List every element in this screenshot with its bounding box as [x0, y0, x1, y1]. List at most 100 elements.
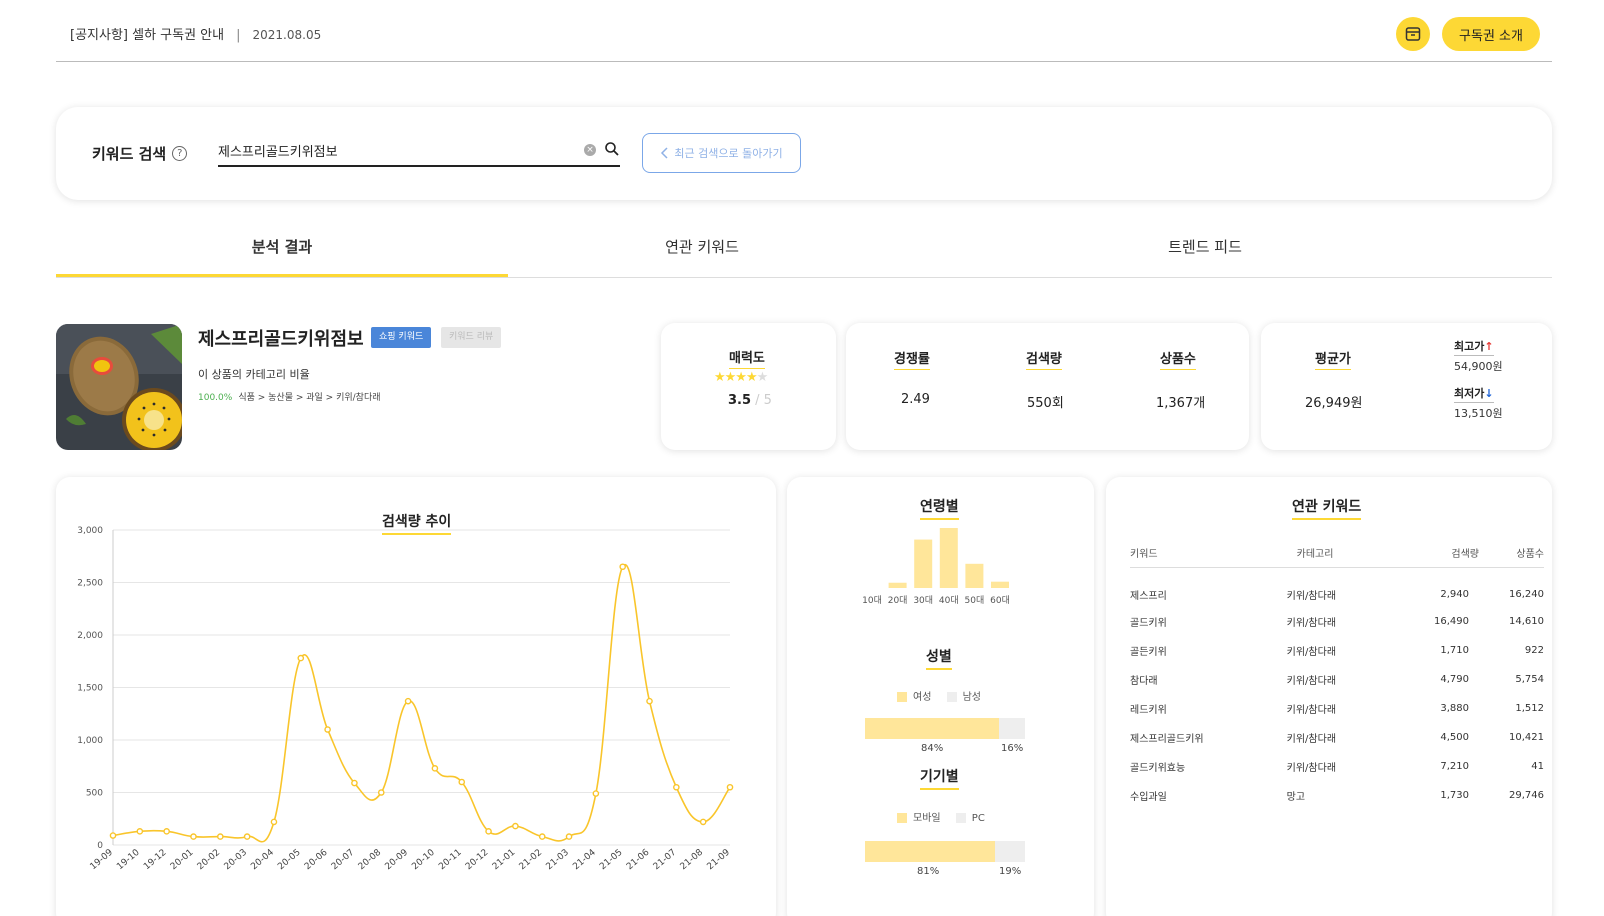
x-tick-label: 20-11: [437, 848, 463, 872]
y-tick-label: 1,000: [77, 736, 103, 746]
gender-legend: 여성 남성: [897, 688, 981, 703]
male-pct: 16%: [1001, 743, 1024, 754]
keyword-cell[interactable]: 제스프리골드키위: [1130, 723, 1267, 752]
category-cell: 망고: [1286, 792, 1306, 803]
keyword-cell[interactable]: 골드키위: [1130, 607, 1267, 636]
table-row[interactable]: 제스프리 키위/참다래 2,940 16,240: [1130, 567, 1544, 607]
male-legend: 남성: [962, 692, 981, 703]
y-tick-label: 2,500: [77, 579, 103, 589]
product-count-cell: 41: [1531, 761, 1544, 772]
table-row[interactable]: 골드키위효능 키위/참다래 7,210 41: [1130, 752, 1544, 781]
data-point: [377, 789, 385, 796]
data-point: [646, 697, 653, 705]
table-row[interactable]: 수입과일 망고 1,730 29,746: [1130, 781, 1544, 810]
age-bar: [914, 539, 933, 588]
category-cell: 키위/참다래: [1286, 763, 1337, 774]
data-point: [673, 783, 680, 791]
col-category: 카테고리: [1266, 539, 1396, 568]
product-count-cell: 922: [1524, 645, 1544, 656]
y-tick-label: 1,500: [77, 684, 103, 694]
age-label: 50대: [965, 595, 985, 606]
search-input[interactable]: [218, 137, 578, 163]
notice-separator: |: [236, 28, 241, 43]
data-point: [404, 697, 412, 705]
y-tick-label: 500: [86, 789, 103, 799]
x-tick-label: 21-06: [625, 847, 652, 872]
x-tick-label: 20-12: [464, 848, 490, 872]
age-label: 60대: [990, 595, 1010, 606]
subscription-intro-button[interactable]: 구독권 소개: [1442, 17, 1540, 51]
x-tick-label: 19-12: [142, 848, 168, 872]
product-count-cell: 14,610: [1509, 616, 1544, 627]
x-tick-label: 19-10: [115, 847, 142, 872]
table-row[interactable]: 제스프리골드키위 키위/참다래 4,500 10,421: [1130, 723, 1544, 752]
product-count-cell: 29,746: [1509, 790, 1544, 801]
arrow-down-icon: ↓: [1484, 387, 1494, 400]
data-point: [270, 818, 278, 826]
table-row[interactable]: 참다래 키위/참다래 4,790 5,754: [1130, 665, 1544, 694]
category-cell: 키위/참다래: [1286, 734, 1337, 745]
female-pct: 84%: [921, 743, 944, 754]
data-point: [726, 783, 734, 791]
clear-icon[interactable]: ×: [584, 144, 596, 156]
pc-swatch: [955, 813, 966, 823]
keyword-cell[interactable]: 골드키위효능: [1130, 752, 1267, 781]
age-label: 10대: [862, 595, 882, 606]
search-volume-cell: 2,940: [1440, 588, 1469, 600]
attractiveness-value: 3.5 / 5: [728, 393, 772, 408]
keyword-cell[interactable]: 참다래: [1130, 665, 1267, 694]
search-volume-cell: 3,880: [1440, 703, 1469, 714]
pc-legend: PC: [971, 813, 985, 824]
notice-title[interactable]: [공지사항] 셀하 구독권 안내: [70, 28, 224, 43]
table-row[interactable]: 골드키위 키위/참다래 16,490 14,610: [1130, 607, 1544, 636]
col-search-volume: 검색량: [1395, 539, 1479, 568]
data-point: [538, 833, 546, 840]
age-bar: [939, 528, 958, 588]
age-bar: [965, 563, 984, 588]
keyword-review-badge[interactable]: 키워드 리뷰: [441, 327, 502, 348]
female-legend: 여성: [913, 692, 932, 703]
keyword-cell[interactable]: 수입과일: [1130, 781, 1267, 810]
search-volume-cell: 4,790: [1440, 674, 1469, 685]
data-point: [297, 654, 305, 662]
data-point: [217, 833, 224, 840]
y-tick-label: 0: [97, 841, 103, 851]
competition-label: 경쟁률: [894, 348, 930, 370]
avg-price-value: 26,949원: [1305, 396, 1363, 411]
metrics-card: 경쟁률 2.49 검색량 550회 상품수 1,367개: [846, 323, 1249, 450]
search-volume-label: 검색량: [1026, 348, 1062, 370]
search-volume-cell: 1,710: [1440, 645, 1469, 656]
keyword-cell[interactable]: 제스프리: [1130, 567, 1267, 607]
tab-trend-feed[interactable]: 트렌드 피드: [1101, 232, 1309, 277]
demographics-panel: 연령별 10대 20대 30대 40대 50대 60대 성별 여성 남성 84% 16% …: [787, 477, 1094, 916]
data-point: [351, 779, 358, 787]
help-icon[interactable]: ?: [172, 146, 188, 161]
x-tick-label: 20-10: [410, 847, 437, 872]
shopping-keyword-badge[interactable]: 쇼핑 키워드: [371, 327, 432, 348]
tab-analysis[interactable]: 분석 결과: [56, 232, 508, 277]
back-to-recent-button[interactable]: 최근 검색으로 돌아가기: [642, 133, 801, 173]
attractiveness-card: 매력도 ★★★★★ 3.5 / 5: [661, 323, 836, 450]
table-row[interactable]: 골든키위 키위/참다래 1,710 922: [1130, 636, 1544, 665]
device-title: 기기별: [920, 766, 959, 790]
x-tick-label: 20-04: [249, 847, 276, 872]
data-point: [699, 818, 707, 826]
search-icon[interactable]: [604, 141, 620, 157]
rating-stars: ★★★★★: [714, 370, 768, 385]
related-keywords-panel: 연관 키워드 키워드 카테고리 검색량 상품수 제스프리 키위/참다래 2,940 1…: [1106, 477, 1552, 916]
keyword-cell[interactable]: 레드키위: [1130, 694, 1267, 723]
min-price-text: 최저가: [1454, 387, 1485, 400]
attractiveness-max: / 5: [751, 393, 772, 408]
category-path-text: 식품 > 농산물 > 과일 > 키위/참다래: [238, 393, 381, 403]
product-count-value: 1,367개: [1156, 396, 1206, 411]
tab-related-keywords[interactable]: 연관 키워드: [587, 232, 817, 277]
search-volume-value: 550회: [1027, 396, 1064, 411]
table-row[interactable]: 레드키위 키위/참다래 3,880 1,512: [1130, 694, 1544, 723]
notice[interactable]: [공지사항] 셀하 구독권 안내 | 2021.08.05: [70, 24, 321, 43]
x-tick-label: 21-04: [571, 847, 598, 872]
archive-box-button[interactable]: [1396, 17, 1430, 51]
keyword-cell[interactable]: 골든키위: [1130, 636, 1267, 665]
device-bar: [865, 841, 1025, 862]
x-tick-label: 21-08: [679, 847, 706, 872]
top-bar: [공지사항] 셀하 구독권 안내 | 2021.08.05 구독권 소개: [56, 0, 1552, 62]
